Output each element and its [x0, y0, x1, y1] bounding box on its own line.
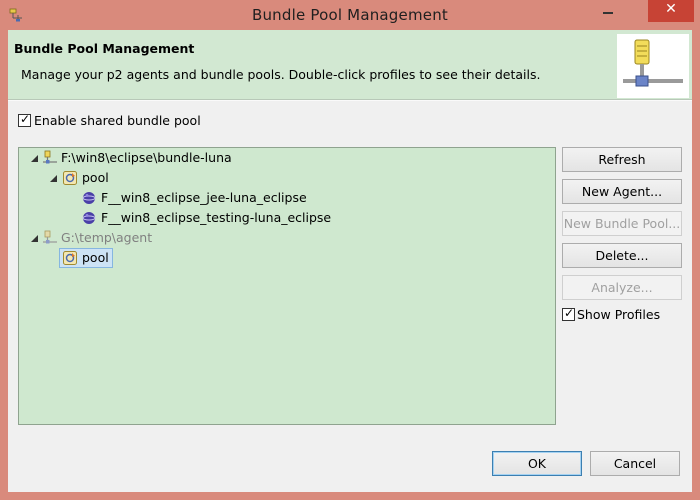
tree-node-agent[interactable]: G:\temp\agent [19, 229, 555, 247]
profile-label: F__win8_eclipse_jee-luna_eclipse [101, 190, 307, 205]
close-icon: ✕ [665, 1, 677, 17]
pool-label: pool [82, 170, 109, 185]
new-bundle-pool-button[interactable]: New Bundle Pool... [562, 211, 682, 236]
profile-sphere-icon [81, 210, 97, 226]
close-button[interactable]: ✕ [648, 0, 694, 22]
agent-label: F:\win8\eclipse\bundle-luna [61, 150, 232, 165]
banner-description: Manage your p2 agents and bundle pools. … [21, 67, 541, 82]
ok-button[interactable]: OK [492, 451, 582, 476]
bundle-pool-icon [62, 250, 78, 266]
profile-sphere-icon [81, 190, 97, 206]
enable-shared-pool-label[interactable]: Enable shared bundle pool [34, 113, 201, 128]
tree-node-agent[interactable]: F:\win8\eclipse\bundle-luna [19, 149, 555, 167]
collapse-icon[interactable] [49, 174, 58, 183]
agent-label: G:\temp\agent [61, 230, 153, 245]
show-profiles-label[interactable]: Show Profiles [577, 307, 660, 322]
bundle-pool-icon [62, 170, 78, 186]
pool-label: pool [82, 250, 109, 265]
new-agent-button[interactable]: New Agent... [562, 179, 682, 204]
tree-node-pool[interactable]: pool [19, 169, 555, 187]
banner-title: Bundle Pool Management [14, 41, 195, 56]
cancel-button[interactable]: Cancel [590, 451, 680, 476]
checkmark-icon: ✓ [20, 112, 31, 126]
header-banner: Bundle Pool Management Manage your p2 ag… [8, 30, 692, 100]
server-database-icon [617, 34, 689, 98]
dialog-body: Bundle Pool Management Manage your p2 ag… [8, 30, 692, 492]
checkmark-icon: ✓ [564, 306, 575, 320]
banner-divider [8, 100, 692, 101]
collapse-icon[interactable] [30, 234, 39, 243]
collapse-icon[interactable] [30, 154, 39, 163]
analyze-button[interactable]: Analyze... [562, 275, 682, 300]
tree-node-profile[interactable]: F__win8_eclipse_testing-luna_eclipse [19, 209, 555, 227]
profile-label: F__win8_eclipse_testing-luna_eclipse [101, 210, 332, 225]
refresh-button[interactable]: Refresh [562, 147, 682, 172]
title-bar[interactable]: Bundle Pool Management ✕ [0, 0, 700, 30]
tree-node-profile[interactable]: F__win8_eclipse_jee-luna_eclipse [19, 189, 555, 207]
bundle-pool-dialog: Bundle Pool Management ✕ Bundle Pool Man… [0, 0, 700, 500]
minimize-button[interactable] [594, 0, 622, 22]
agent-tree-icon [42, 150, 58, 166]
show-profiles-checkbox[interactable]: ✓ [562, 306, 575, 321]
enable-shared-pool-checkbox[interactable]: ✓ [18, 112, 31, 127]
agent-tree-icon [42, 230, 58, 246]
delete-button[interactable]: Delete... [562, 243, 682, 268]
tree-node-pool[interactable]: pool [19, 249, 555, 267]
agent-pool-tree[interactable]: F:\win8\eclipse\bundle-luna pool F__win8… [18, 147, 556, 425]
